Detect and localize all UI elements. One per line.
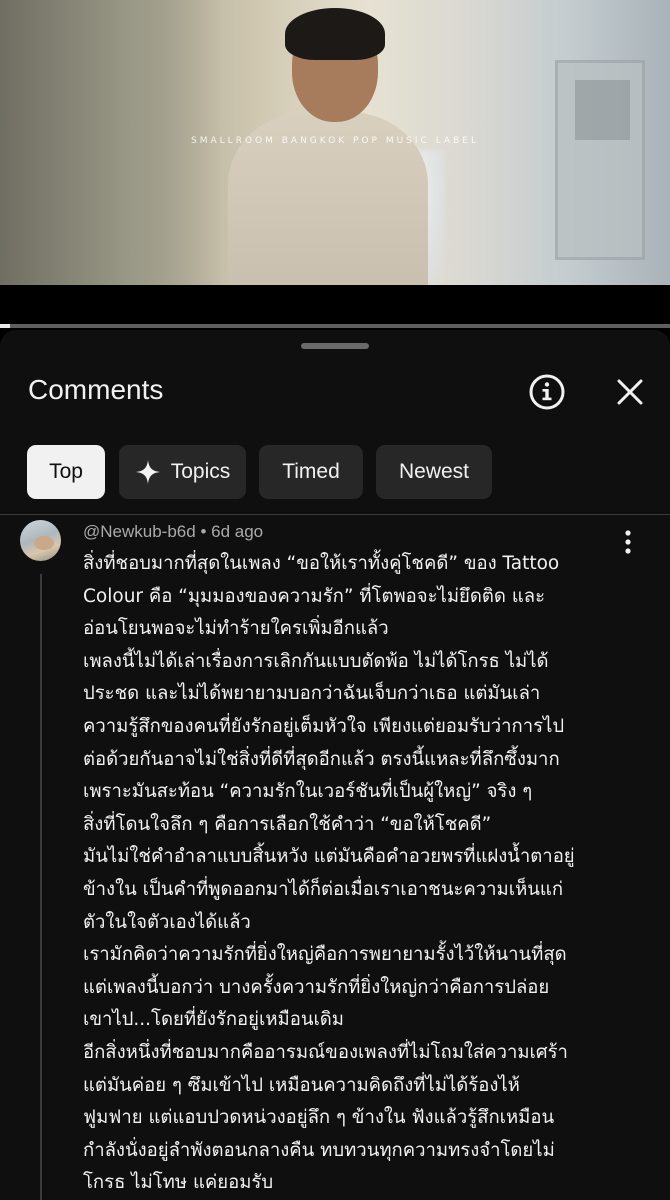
comment-line: สิ่งที่โดนใจลึก ๆ คือการเลือกใช้คำว่า “ข… [83, 813, 492, 835]
thread-line [40, 574, 42, 1200]
video-frame-window [575, 80, 630, 140]
chip-topics-label: Topics [170, 460, 231, 483]
chip-newest-label: Newest [398, 460, 470, 483]
comment-line: อ่อนโยนพอจะไม่ทำร้ายใครเพิ่มอีกแล้ว [83, 618, 389, 640]
chip-timed[interactable]: Timed [259, 445, 363, 499]
comment-line: ข้างใน เป็นคำที่พูดออกมาได้ก็ต่อเมื่อเรา… [83, 878, 564, 900]
comment-line: แต่เพลงนี้บอกว่า บางครั้งความรักที่ยิ่งใ… [83, 976, 550, 998]
comment-line: Colour คือ “มุมมองของความรัก” ที่โตพอจะไ… [83, 585, 546, 607]
comment-line: โกรธ ไม่โทษ แค่ยอมรับ [83, 1172, 274, 1194]
comment-line: ต่อด้วยกันอาจไม่ใช่สิ่งที่ดีที่สุดอีกแล้… [83, 748, 560, 770]
comment-line: กำลังนั่งอยู่ลำพังตอนกลางคืน ทบทวนทุกควา… [83, 1139, 555, 1161]
comment-line: อีกสิ่งหนึ่งที่ชอบมากคืออารมณ์ของเพลงที่… [83, 1041, 568, 1063]
comment-line: เขาไป...โดยที่ยังรักอยู่เหมือนเดิม [83, 1009, 344, 1031]
meta-separator: • [200, 522, 207, 541]
comment-line: ความรู้สึกของคนที่ยังรักอยู่เต็มหัวใจ เพ… [83, 715, 565, 737]
sparkle-icon [135, 460, 160, 484]
video-progress-bar[interactable] [0, 324, 670, 328]
comment-text: สิ่งที่ชอบมากที่สุดในเพลง “ขอให้เราทั้งค… [83, 548, 643, 1200]
comment-line: ฟูมฟาย แต่แอบปวดหน่วงอยู่ลึก ๆ ข้างใน ฟั… [83, 1107, 555, 1129]
chip-top-label: Top [49, 460, 83, 483]
comments-title: Comments [28, 374, 164, 405]
chip-newest[interactable]: Newest [376, 445, 492, 499]
comment-author[interactable]: @Newkub-b6d [83, 522, 196, 541]
chip-topics[interactable]: Topics [119, 445, 246, 499]
comments-sheet: Comments Top Topics Timed Newest @Newkub… [0, 330, 670, 1200]
comment-meta: @Newkub-b6d • 6d ago [83, 522, 263, 542]
comment-line: เรามักคิดว่าความรักที่ยิ่งใหญ่คือการพยาย… [83, 944, 567, 966]
comment-line: ตัวในใจตัวเองได้แล้ว [83, 911, 251, 933]
video-overlay-label: SMALLROOM BANGKOK POP MUSIC LABEL [191, 136, 479, 146]
comment-line: มันไม่ใช่คำอำลาแบบสิ้นหวัง แต่มันคือคำอว… [83, 846, 575, 868]
chip-top[interactable]: Top [27, 445, 105, 499]
comment-line: เพลงนี้ไม่ได้เล่าเรื่องการเลิกกันแบบตัดพ… [83, 650, 549, 672]
info-button[interactable] [527, 372, 567, 412]
close-button[interactable] [610, 372, 650, 412]
comment-line: ประชด และไม่ได้พยายามบอกว่าฉันเจ็บกว่าเธ… [83, 683, 541, 705]
close-icon [617, 379, 643, 405]
video-player[interactable]: SMALLROOM BANGKOK POP MUSIC LABEL [0, 0, 670, 285]
video-frame-person-hair [285, 8, 385, 60]
avatar[interactable] [20, 520, 61, 561]
video-progress-fill [0, 324, 11, 328]
comment-line: แต่มันค่อย ๆ ซึมเข้าไป เหมือนความคิดถึงท… [83, 1074, 520, 1096]
drag-handle[interactable] [301, 343, 369, 349]
avatar-image [34, 536, 54, 550]
chip-timed-label: Timed [282, 460, 340, 483]
comment-time: 6d ago [211, 522, 264, 541]
header-divider [0, 514, 670, 515]
comment-line: สิ่งที่ชอบมากที่สุดในเพลง “ขอให้เราทั้งค… [83, 553, 560, 574]
comment-line: เพราะมันสะท้อน “ความรักในเวอร์ชันที่เป็น… [83, 781, 533, 803]
info-icon [529, 374, 565, 410]
